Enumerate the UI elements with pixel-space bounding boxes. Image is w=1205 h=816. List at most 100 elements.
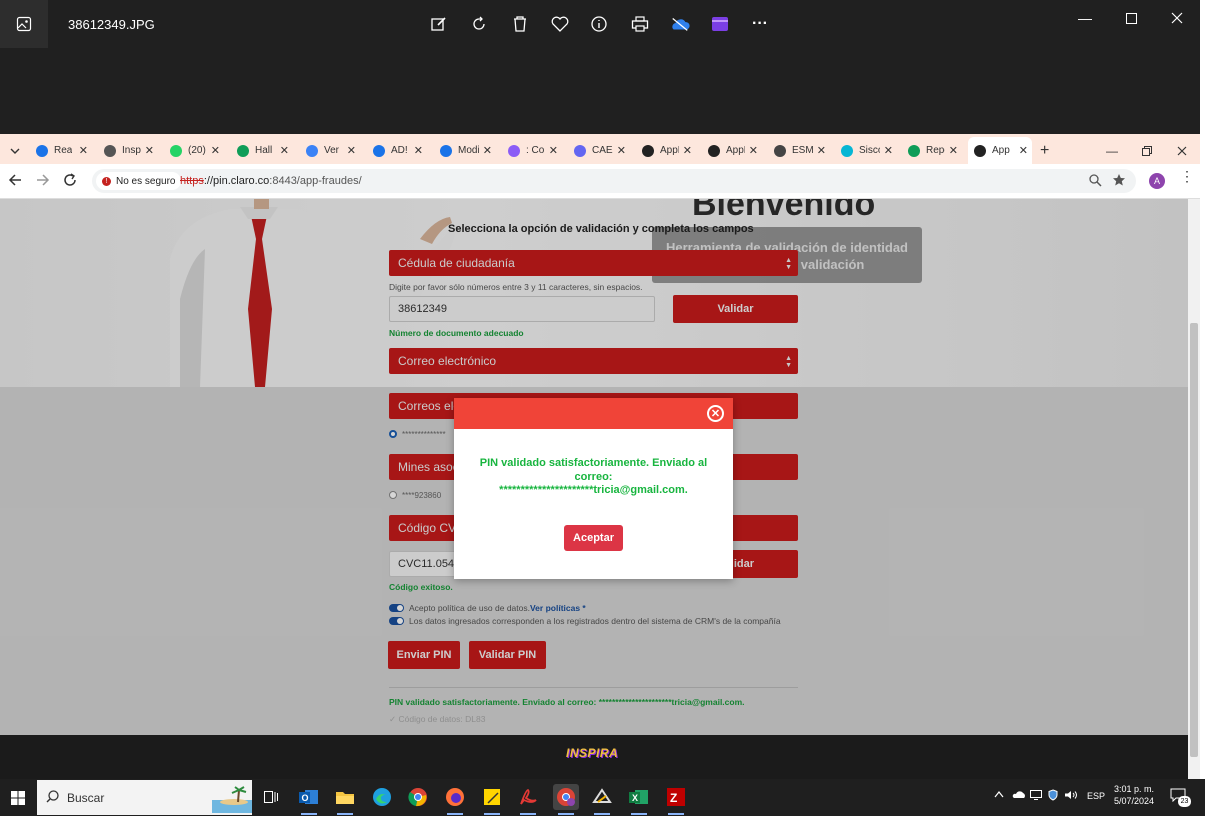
tab-6[interactable]: AD! ✕ [367,137,427,164]
tab-8[interactable]: : Conso✕ [502,137,562,164]
dialog-message-line3: **********************tricia@gmail.com. [499,484,688,496]
svg-text:O: O [302,793,309,803]
page-scrollbar[interactable] [1188,199,1200,779]
close-icon[interactable] [1162,8,1192,28]
tab-2[interactable]: Insp ✕ [98,137,158,164]
sheets-icon [237,144,249,157]
tab-close-icon[interactable]: ✕ [813,144,826,157]
bookmark-star-icon[interactable] [1112,173,1126,192]
accept-button[interactable]: Aceptar [564,525,623,551]
browser-restore-icon[interactable] [1142,137,1156,164]
tab-search-icon[interactable] [4,137,26,164]
app-icon[interactable] [589,784,615,815]
chrome-icon[interactable] [405,784,431,810]
tab-close-icon[interactable]: ✕ [945,144,958,157]
clipchamp-icon[interactable] [710,14,730,34]
excel-icon[interactable]: X [626,784,652,815]
tab-close-icon[interactable]: ✕ [343,144,356,157]
tab-close-icon[interactable]: ✕ [410,144,423,157]
tab-close-icon[interactable]: ✕ [141,144,154,157]
tab-5[interactable]: Ver ✕ [300,137,360,164]
onedrive-icon[interactable] [670,14,690,34]
task-view-icon[interactable] [258,784,284,810]
new-tab-button[interactable]: + [1040,137,1054,164]
address-bar-row: ! No es seguro https://pin.claro.co:8443/… [0,164,1200,199]
rotate-icon[interactable] [470,14,490,34]
inspira-logo: INSPIRA [566,746,619,760]
forward-icon[interactable] [36,173,50,192]
tab-close-icon[interactable]: ✕ [1015,144,1028,157]
browser-close-icon[interactable] [1177,137,1191,164]
tab-10[interactable]: AppFrau✕ [636,137,696,164]
reload-icon[interactable] [63,173,77,192]
zoom-icon[interactable] [1089,174,1102,192]
edit-icon[interactable] [429,14,449,34]
gear-icon [774,144,786,157]
dialog-header: ✕ [454,398,733,429]
clock[interactable]: 3:01 p. m. 5/07/2024 [1114,783,1154,807]
tab-close-icon[interactable]: ✕ [479,144,492,157]
tab-close-icon[interactable]: ✕ [276,144,289,157]
show-hidden-icons[interactable] [994,790,1004,800]
tab-12[interactable]: ESM LO✕ [768,137,830,164]
tab-label: App [992,145,1010,156]
security-tray-icon[interactable] [1048,789,1058,803]
tab-close-icon[interactable]: ✕ [75,144,88,157]
sticky-notes-icon[interactable] [479,784,505,815]
tab-3[interactable]: (20) ✕ [164,137,224,164]
volume-icon[interactable] [1064,790,1078,802]
maximize-icon[interactable] [1116,8,1146,28]
tab-label: Siscore [859,145,880,156]
url-host: ://pin.claro.co [203,175,270,187]
minimize-icon[interactable]: — [1070,8,1100,28]
windows-start-icon[interactable] [0,779,36,816]
tab-label: Reporte [926,145,945,156]
chrome-profile-icon[interactable] [553,784,579,815]
tab-strip: Rea✕Insp✕(20)✕Hall✕Ver✕AD!✕Modify✕: Cons… [0,134,1200,164]
onedrive-tray-icon[interactable] [1012,791,1026,801]
tab-1[interactable]: Rea ✕ [30,137,92,164]
scrollbar-thumb[interactable] [1190,323,1198,757]
tab-close-icon[interactable]: ✕ [679,144,692,157]
back-icon[interactable] [8,173,22,192]
profile-avatar[interactable]: A [1149,173,1165,189]
svg-text:Z: Z [670,791,677,805]
globe-blue-icon [440,144,452,157]
tab-close-icon[interactable]: ✕ [880,144,893,157]
edge-icon[interactable] [369,784,395,810]
tab-9[interactable]: CAEX [P✕ [568,137,630,164]
tab-label: Hall [255,145,273,156]
whatsapp-icon [170,144,182,157]
tab-close-icon[interactable]: ✕ [745,144,758,157]
taskbar-search[interactable]: Buscar [37,780,252,815]
tab-close-icon[interactable]: ✕ [613,144,626,157]
tab-14[interactable]: Reporte✕ [902,137,962,164]
info-icon[interactable] [589,14,609,34]
more-icon[interactable]: ··· [750,14,770,34]
language-indicator[interactable]: ESP [1087,791,1105,801]
browser-minimize-icon[interactable]: — [1106,137,1120,164]
tab-close-icon[interactable]: ✕ [545,144,558,157]
security-label: No es seguro [116,175,176,187]
search-icon [46,789,59,806]
firefox-icon[interactable] [442,784,468,815]
chrome-menu-icon[interactable]: ⋮ [1180,169,1194,183]
omnibox[interactable]: ! No es seguro https://pin.claro.co:8443/… [92,169,1136,193]
tab-13[interactable]: Siscore✕ [835,137,897,164]
tab-7[interactable]: Modify✕ [434,137,496,164]
acrobat-icon[interactable] [515,784,541,815]
print-icon[interactable] [630,14,650,34]
tab-label: AD! [391,145,408,156]
outlook-icon[interactable]: O [296,784,322,815]
tab-close-icon[interactable]: ✕ [207,144,220,157]
network-icon[interactable] [1030,790,1042,802]
filezilla-icon[interactable]: Z [663,784,689,815]
file-explorer-icon[interactable] [332,784,358,815]
tab-11[interactable]: AppFrau✕ [702,137,762,164]
delete-icon[interactable] [510,14,530,34]
tab-4[interactable]: Hall ✕ [231,137,293,164]
tab-15[interactable]: App ✕ [968,137,1032,164]
favorite-icon[interactable] [550,14,570,34]
security-chip[interactable]: ! No es seguro [96,172,182,190]
dialog-close-icon[interactable]: ✕ [707,405,724,422]
